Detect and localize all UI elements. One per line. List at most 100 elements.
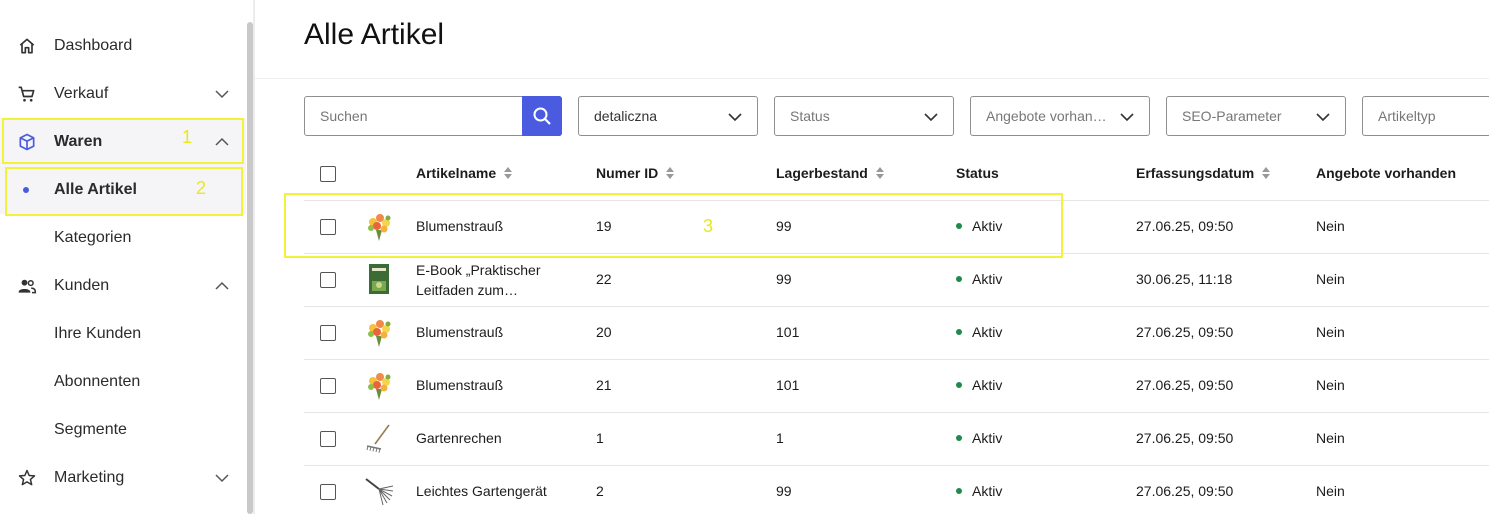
column-header-date[interactable]: Erfassungsdatum bbox=[1136, 165, 1271, 181]
header-divider bbox=[255, 78, 1489, 79]
search-box bbox=[304, 96, 562, 136]
column-header-name[interactable]: Artikelname bbox=[416, 165, 513, 181]
product-name[interactable]: Blumenstrauß bbox=[416, 376, 503, 394]
status-dot-icon bbox=[956, 435, 962, 442]
row-checkbox[interactable] bbox=[320, 378, 336, 394]
product-name[interactable]: Gartenrechen bbox=[416, 429, 502, 447]
status-label: Aktiv bbox=[972, 483, 1003, 499]
table-divider bbox=[304, 412, 1489, 413]
app-window: Dashboard Verkauf Waren Alle Artikel Kat… bbox=[0, 0, 1489, 514]
row-checkbox[interactable] bbox=[320, 272, 336, 288]
column-header-label: Status bbox=[956, 165, 999, 181]
product-stock: 101 bbox=[776, 324, 800, 340]
status-label: Aktiv bbox=[972, 324, 1003, 340]
filter-seo[interactable]: SEO-Parameter bbox=[1166, 96, 1346, 136]
search-button[interactable] bbox=[522, 96, 562, 136]
product-offers: Nein bbox=[1316, 218, 1345, 234]
chevron-down-icon bbox=[215, 90, 229, 99]
column-header-id[interactable]: Numer ID bbox=[596, 165, 675, 181]
sidebar-item-ihre-kunden[interactable]: Ihre Kunden bbox=[0, 310, 246, 358]
bouquet-thumbnail[interactable] bbox=[363, 369, 395, 401]
column-header-label: Angebote vorhanden bbox=[1316, 165, 1457, 181]
annotation-number-2: 2 bbox=[196, 178, 207, 198]
users-icon bbox=[18, 279, 37, 294]
column-header-label: Erfassungsdatum bbox=[1136, 165, 1255, 181]
column-header-stock[interactable]: Lagerbestand bbox=[776, 165, 885, 181]
filter-article-type[interactable]: Artikeltyp bbox=[1362, 96, 1489, 136]
product-name-line2[interactable]: Leitfaden zum… bbox=[416, 281, 518, 299]
product-name[interactable]: Blumenstrauß bbox=[416, 323, 503, 341]
table-divider bbox=[304, 306, 1489, 307]
product-id: 2 bbox=[596, 483, 604, 499]
sidebar-item-label: Dashboard bbox=[54, 37, 133, 54]
product-stock: 99 bbox=[776, 271, 792, 287]
sidebar-item-segmente[interactable]: Segmente bbox=[0, 406, 246, 454]
sidebar-item-marketing[interactable]: Marketing bbox=[0, 454, 246, 502]
sidebar-item-label: Marketing bbox=[54, 469, 125, 486]
sidebar-item-label: Abonnenten bbox=[54, 373, 141, 390]
row-checkbox[interactable] bbox=[320, 484, 336, 500]
filter-value: Angebote vorhan… bbox=[986, 108, 1107, 124]
column-header-label: Numer ID bbox=[596, 165, 659, 181]
sidebar-item-dashboard[interactable]: Dashboard bbox=[0, 22, 246, 70]
table-divider bbox=[304, 359, 1489, 360]
sidebar: Dashboard Verkauf Waren Alle Artikel Kat… bbox=[0, 0, 255, 514]
product-stock: 101 bbox=[776, 377, 800, 393]
status-badge: Aktiv bbox=[956, 376, 1002, 394]
status-label: Aktiv bbox=[972, 377, 1003, 393]
column-header-label: Lagerbestand bbox=[776, 165, 868, 181]
chevron-down-icon bbox=[215, 474, 229, 483]
sort-icon bbox=[1262, 167, 1271, 179]
star-icon bbox=[18, 469, 36, 486]
annotation-number-1: 1 bbox=[182, 127, 193, 147]
product-date: 27.06.25, 09:50 bbox=[1136, 324, 1234, 340]
product-offers: Nein bbox=[1316, 377, 1345, 393]
row-checkbox[interactable] bbox=[320, 431, 336, 447]
product-stock: 1 bbox=[776, 430, 784, 446]
bouquet-thumbnail[interactable] bbox=[363, 316, 395, 348]
filter-value: Artikeltyp bbox=[1378, 108, 1436, 124]
status-dot-icon bbox=[956, 329, 962, 336]
select-all-checkbox[interactable] bbox=[320, 166, 336, 182]
annotation-box-2 bbox=[5, 167, 243, 216]
product-date: 30.06.25, 11:18 bbox=[1136, 271, 1233, 287]
filter-offers[interactable]: Angebote vorhan… bbox=[970, 96, 1150, 136]
filter-value: Status bbox=[790, 108, 830, 124]
sort-icon bbox=[666, 167, 675, 179]
ebook-thumbnail[interactable] bbox=[363, 263, 395, 295]
status-dot-icon bbox=[956, 276, 962, 283]
chevron-down-icon bbox=[1120, 113, 1134, 122]
chevron-down-icon bbox=[924, 113, 938, 122]
rake-thumbnail[interactable] bbox=[363, 422, 395, 454]
cart-icon bbox=[18, 86, 35, 102]
sidebar-item-kategorien[interactable]: Kategorien bbox=[0, 214, 246, 262]
column-header-offers: Angebote vorhanden bbox=[1316, 165, 1456, 181]
filter-value: detaliczna bbox=[594, 108, 658, 124]
column-header-label: Artikelname bbox=[416, 165, 497, 181]
status-label: Aktiv bbox=[972, 271, 1003, 287]
row-checkbox[interactable] bbox=[320, 325, 336, 341]
product-id: 22 bbox=[596, 271, 612, 287]
leaf-rake-thumbnail[interactable] bbox=[363, 475, 395, 507]
sidebar-item-kunden[interactable]: Kunden bbox=[0, 262, 246, 310]
table-divider bbox=[304, 465, 1489, 466]
product-date: 27.06.25, 09:50 bbox=[1136, 483, 1234, 499]
product-id: 21 bbox=[596, 377, 612, 393]
filter-status[interactable]: Status bbox=[774, 96, 954, 136]
sidebar-item-abonnenten[interactable]: Abonnenten bbox=[0, 358, 246, 406]
home-icon bbox=[19, 38, 35, 54]
sidebar-item-label: Verkauf bbox=[54, 85, 109, 102]
product-offers: Nein bbox=[1316, 271, 1345, 287]
sidebar-item-label: Kategorien bbox=[54, 229, 132, 246]
sidebar-item-verkauf[interactable]: Verkauf bbox=[0, 70, 246, 118]
product-name[interactable]: E-Book „Praktischer bbox=[416, 261, 540, 279]
search-input[interactable] bbox=[305, 97, 523, 135]
status-badge: Aktiv bbox=[956, 482, 1002, 500]
product-offers: Nein bbox=[1316, 483, 1345, 499]
status-label: Aktiv bbox=[972, 430, 1003, 446]
product-offers: Nein bbox=[1316, 430, 1345, 446]
product-name[interactable]: Leichtes Gartengerät bbox=[416, 482, 547, 500]
sidebar-item-label: Kunden bbox=[54, 277, 110, 294]
column-header-status: Status bbox=[956, 165, 999, 181]
filter-price-list[interactable]: detaliczna bbox=[578, 96, 758, 136]
